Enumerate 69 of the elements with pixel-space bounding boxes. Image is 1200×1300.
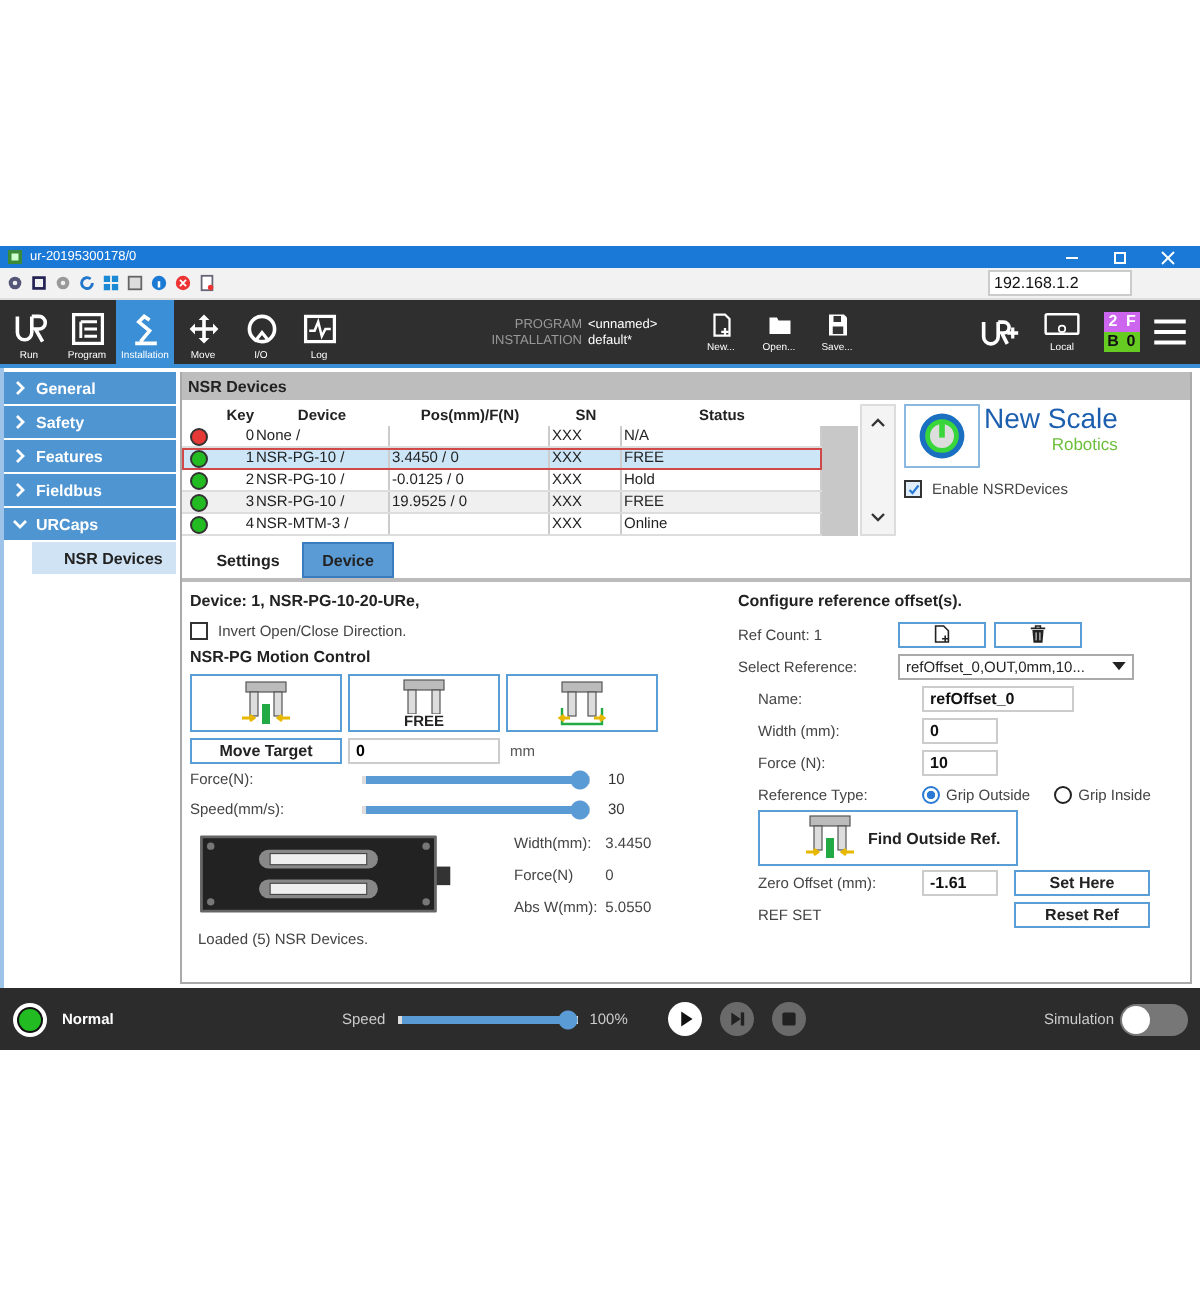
status-indicator: 0 <box>1122 332 1140 352</box>
maximize-icon[interactable] <box>1112 249 1128 265</box>
add-reference-button[interactable] <box>898 621 986 647</box>
windows-icon[interactable] <box>102 274 120 292</box>
chevron-down-icon <box>12 516 28 532</box>
find-reference-button[interactable]: Find Outside Ref. <box>758 810 1018 866</box>
device-title: Device: 1, NSR-PG-10-20-URe, <box>190 590 422 614</box>
play-icon[interactable] <box>667 1002 702 1036</box>
move-target-button[interactable]: Move Target <box>190 737 342 763</box>
reset-reference-button[interactable]: Reset Ref <box>1014 901 1150 927</box>
trash-icon <box>1030 624 1046 644</box>
gauge-icon <box>243 312 279 346</box>
tab[interactable]: Settings <box>202 542 294 578</box>
gripper-open-icon <box>552 679 612 727</box>
status-indicator: B <box>1104 332 1122 352</box>
new-document-icon <box>709 311 733 337</box>
simulation-toggle[interactable] <box>1120 1003 1188 1035</box>
input-field[interactable]: -1.61 <box>922 869 998 895</box>
chevron-right-icon <box>12 448 28 464</box>
new-document-icon <box>934 624 950 644</box>
close-gripper-button[interactable] <box>190 674 342 732</box>
close-icon[interactable] <box>174 274 192 292</box>
gripper-close-icon <box>800 814 860 862</box>
chevron-up-icon <box>870 416 886 428</box>
power-icon <box>918 412 966 460</box>
delete-reference-button[interactable] <box>994 621 1082 647</box>
menu-icon[interactable] <box>1152 318 1188 346</box>
panel-title: NSR Devices <box>188 377 287 395</box>
caret-icon <box>1112 661 1126 671</box>
list-icon <box>69 312 105 346</box>
document-icon[interactable] <box>198 274 216 292</box>
target-input-field[interactable]: 0 <box>348 737 500 763</box>
step-icon[interactable] <box>719 1002 754 1036</box>
chevron-right-icon <box>12 414 28 430</box>
checkbox[interactable] <box>190 622 208 640</box>
section-title: NSR-PG Motion Control <box>190 646 373 670</box>
gripper-close-icon <box>236 679 296 727</box>
close-icon[interactable] <box>1160 249 1176 265</box>
set-here-button[interactable]: Set Here <box>1014 869 1150 895</box>
chevron-right-icon <box>12 380 28 396</box>
move-arrows-icon <box>185 312 221 346</box>
status-indicator: 2 <box>1104 312 1122 332</box>
status-light-icon[interactable] <box>12 1001 48 1037</box>
input-field[interactable]: refOffset_0 <box>922 685 1074 711</box>
checkbox[interactable] <box>904 480 922 498</box>
logo-name: New Scale <box>984 404 1118 434</box>
chevron-right-icon <box>12 482 28 498</box>
radio-button[interactable] <box>1054 785 1073 803</box>
plus-badge-icon[interactable] <box>980 317 1020 347</box>
status-indicator: F <box>1122 312 1140 332</box>
radio-button[interactable] <box>922 785 940 803</box>
scrollbar[interactable] <box>822 426 858 536</box>
refresh-icon[interactable] <box>78 274 96 292</box>
open-gripper-button[interactable] <box>506 674 658 732</box>
tab[interactable]: Device <box>302 542 394 578</box>
sidebar-subitem[interactable]: NSR Devices <box>32 542 176 574</box>
app-icon <box>8 250 22 264</box>
logo-tagline: Robotics <box>1051 434 1118 454</box>
stop-icon[interactable] <box>771 1002 806 1036</box>
chart-icon <box>301 312 337 346</box>
address-field[interactable]: 192.168.1.2 <box>988 270 1132 296</box>
section-title: Configure reference offset(s). <box>738 590 965 614</box>
monitor-icon <box>1044 310 1080 338</box>
chevron-down-icon <box>870 512 886 524</box>
input-field[interactable]: 10 <box>922 749 998 775</box>
logo-icon <box>11 312 47 346</box>
input-field[interactable]: 0 <box>922 717 998 743</box>
info-icon[interactable] <box>150 274 168 292</box>
screen-icon[interactable] <box>126 274 144 292</box>
